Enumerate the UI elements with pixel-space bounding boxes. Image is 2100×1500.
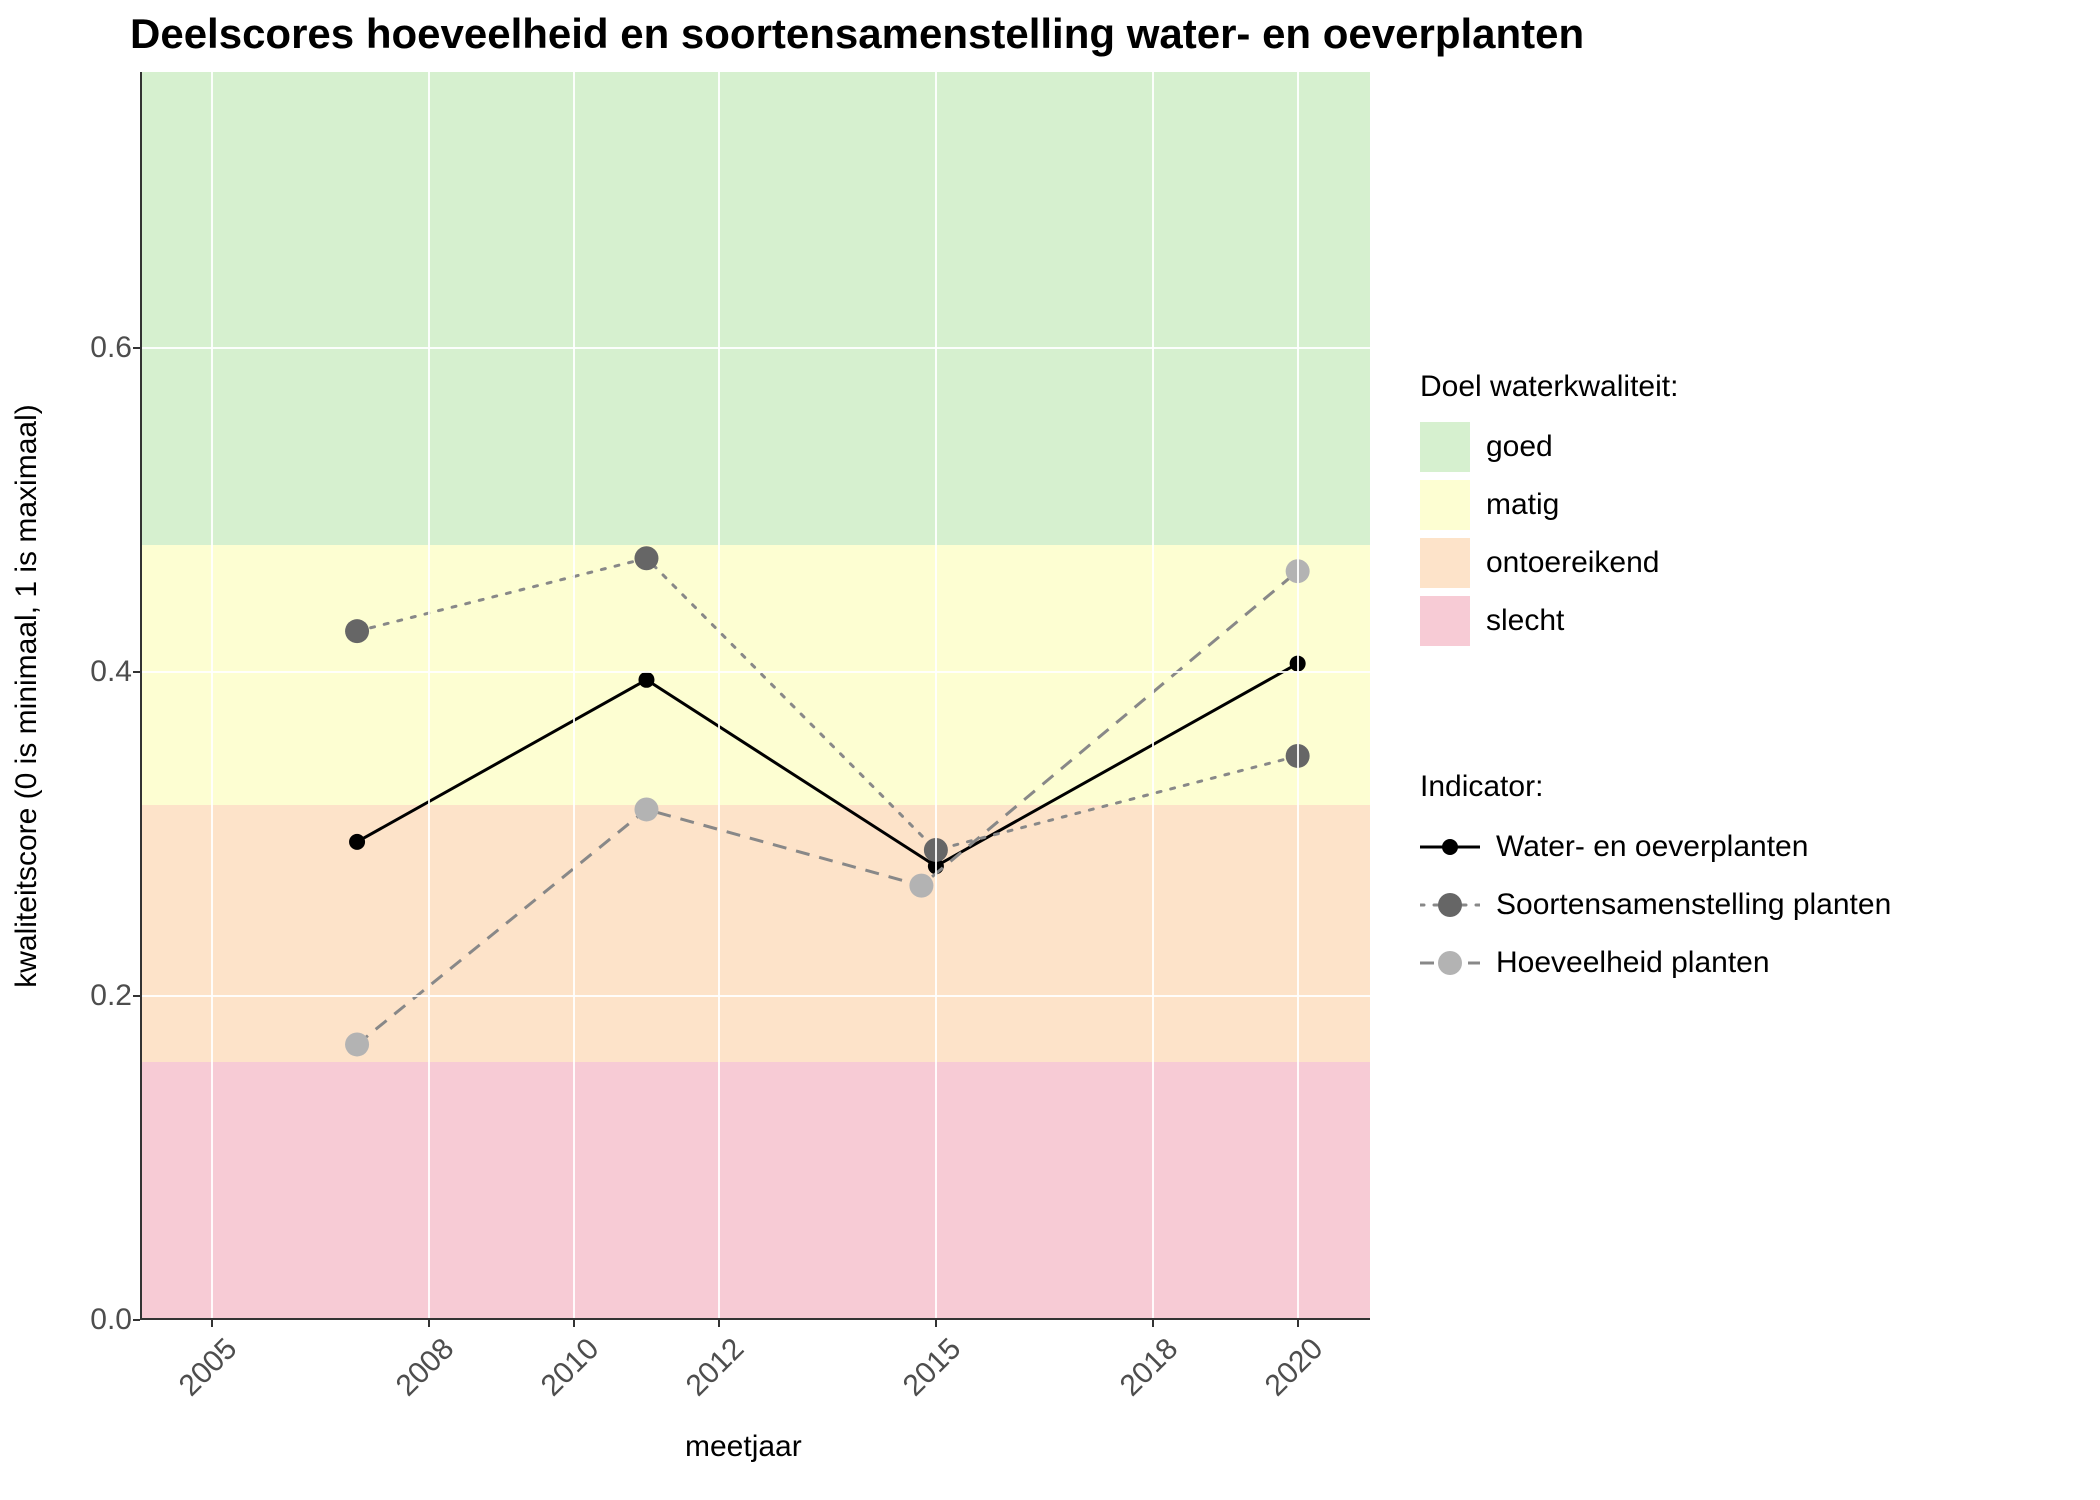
y-axis-label: kwaliteitscore (0 is minimaal, 1 is maxi…: [10, 404, 44, 987]
y-tick-mark: [133, 995, 140, 997]
x-tick-mark: [428, 1320, 430, 1327]
series-line-1: [357, 558, 1298, 850]
legend-bands-title: Doel waterkwaliteit:: [1420, 370, 1678, 404]
legend-series-label: Hoeveelheid planten: [1496, 946, 1770, 980]
y-tick-mark: [133, 347, 140, 349]
series-point: [909, 874, 933, 898]
y-axis-line: [140, 72, 142, 1320]
legend-swatch: [1420, 422, 1470, 472]
x-tick-mark: [1297, 1320, 1299, 1327]
legend-band-item: goed: [1420, 422, 1678, 472]
gridline-v: [211, 72, 213, 1320]
y-tick-label: 0.6: [32, 331, 132, 365]
gridline-h: [140, 671, 1370, 673]
plot-area: [140, 72, 1370, 1320]
y-tick-label: 0.4: [32, 655, 132, 689]
x-axis-label: meetjaar: [685, 1430, 802, 1464]
x-axis-line: [140, 1318, 1370, 1320]
gridline-v: [1297, 72, 1299, 1320]
x-tick-label: 2020: [1221, 1332, 1330, 1441]
x-tick-label: 2010: [497, 1332, 606, 1441]
legend-series: Indicator: Water- en oeverplanten Soorten…: [1420, 770, 1891, 996]
legend-swatch: [1420, 596, 1470, 646]
x-tick-label: 2018: [1076, 1332, 1185, 1441]
legend-series-item: Hoeveelheid planten: [1420, 938, 1891, 988]
series-point: [345, 619, 369, 643]
legend-line-swatch: [1420, 890, 1480, 920]
series-point: [345, 1032, 369, 1056]
series-point: [634, 797, 658, 821]
x-tick-mark: [935, 1320, 937, 1327]
legend-series-item: Water- en oeverplanten: [1420, 822, 1891, 872]
chart-title: Deelscores hoeveelheid en soortensamenst…: [130, 10, 1584, 58]
series-line-0: [357, 664, 1298, 867]
legend-bands: Doel waterkwaliteit: goed matig ontoereike…: [1420, 370, 1678, 654]
legend-band-label: matig: [1486, 488, 1559, 522]
legend-series-item: Soortensamenstelling planten: [1420, 880, 1891, 930]
legend-swatch: [1420, 538, 1470, 588]
legend-swatch: [1420, 480, 1470, 530]
legend-band-label: slecht: [1486, 604, 1564, 638]
x-tick-label: 2005: [135, 1332, 244, 1441]
legend-band-item: slecht: [1420, 596, 1678, 646]
gridline-v: [718, 72, 720, 1320]
y-tick-mark: [133, 671, 140, 673]
x-tick-mark: [573, 1320, 575, 1327]
y-tick-label: 0.0: [32, 1303, 132, 1337]
legend-series-label: Soortensamenstelling planten: [1496, 888, 1891, 922]
series-point: [349, 834, 365, 850]
gridline-v: [428, 72, 430, 1320]
chart-container: Deelscores hoeveelheid en soortensamenst…: [0, 0, 2100, 1500]
legend-series-title: Indicator:: [1420, 770, 1891, 804]
x-tick-mark: [718, 1320, 720, 1327]
x-tick-mark: [1152, 1320, 1154, 1327]
x-tick-mark: [211, 1320, 213, 1327]
legend-band-item: matig: [1420, 480, 1678, 530]
gridline-v: [935, 72, 937, 1320]
legend-line-swatch: [1420, 832, 1480, 862]
series-point: [634, 546, 658, 570]
legend-band-label: ontoereikend: [1486, 546, 1659, 580]
series-point: [638, 672, 654, 688]
gridline-h: [140, 995, 1370, 997]
gridline-v: [573, 72, 575, 1320]
legend-band-label: goed: [1486, 430, 1553, 464]
x-tick-label: 2012: [642, 1332, 751, 1441]
x-tick-label: 2015: [859, 1332, 968, 1441]
gridline-h: [140, 347, 1370, 349]
legend-series-label: Water- en oeverplanten: [1496, 830, 1808, 864]
series-line-2: [357, 571, 1298, 1044]
y-tick-label: 0.2: [32, 979, 132, 1013]
gridline-v: [1152, 72, 1154, 1320]
legend-band-item: ontoereikend: [1420, 538, 1678, 588]
legend-line-swatch: [1420, 948, 1480, 978]
y-tick-mark: [133, 1319, 140, 1321]
x-tick-label: 2008: [353, 1332, 462, 1441]
